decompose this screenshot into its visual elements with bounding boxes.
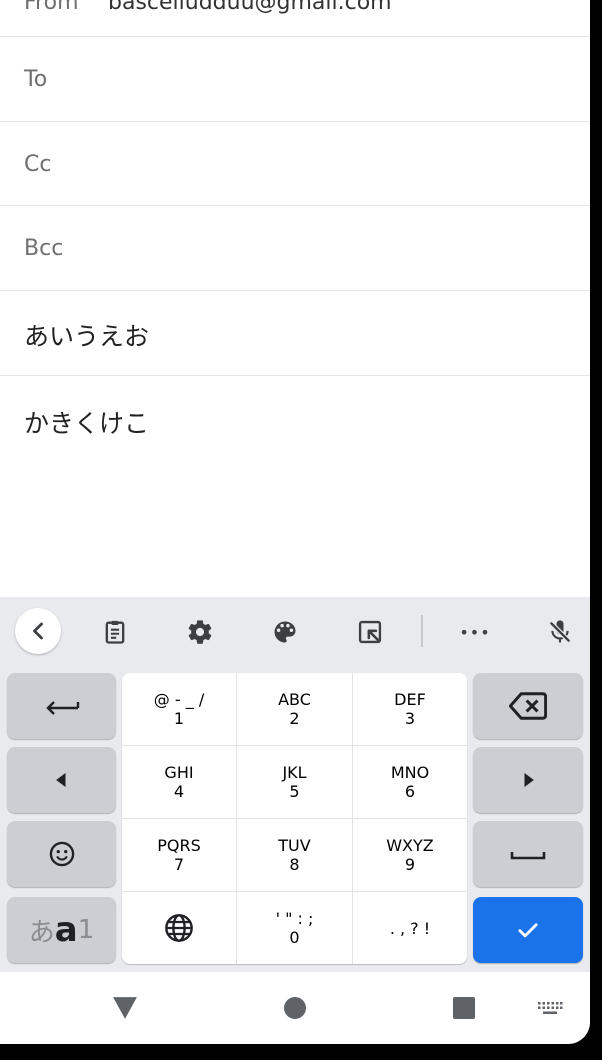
emoji-key[interactable] bbox=[7, 821, 116, 887]
backspace-key[interactable] bbox=[473, 673, 583, 739]
palette-icon[interactable] bbox=[262, 609, 308, 655]
key-8[interactable]: TUV 8 bbox=[237, 819, 353, 892]
key-punct[interactable]: . , ? ! bbox=[353, 892, 467, 964]
screen: From bascelludduu@gmail.com To Cc Bcc あい… bbox=[0, 0, 590, 1044]
key-6[interactable]: MNO 6 bbox=[353, 746, 467, 819]
from-value: bascelludduu@gmail.com bbox=[108, 0, 392, 15]
key-9[interactable]: WXYZ 9 bbox=[353, 819, 467, 892]
undo-arrow-key[interactable] bbox=[7, 673, 116, 739]
more-icon[interactable]: ••• bbox=[452, 609, 498, 655]
key-2[interactable]: ABC 2 bbox=[237, 673, 353, 746]
key-4[interactable]: GHI 4 bbox=[122, 746, 237, 819]
back-triangle-icon[interactable] bbox=[110, 994, 140, 1022]
key-grid: @ - _ /1 ABC 2 DEF 3 GHI 4 JKL 5 MNO 6 PQRS 7 … bbox=[122, 673, 467, 964]
mode-kana: あ bbox=[28, 917, 55, 948]
mode-alpha: a bbox=[54, 910, 78, 950]
bcc-field[interactable]: Bcc bbox=[0, 206, 590, 291]
cursor-left-key[interactable] bbox=[7, 747, 116, 813]
mode-num: 1 bbox=[77, 915, 95, 945]
bcc-label: Bcc bbox=[24, 236, 64, 261]
keyboard-toolbar: ••• bbox=[0, 597, 590, 665]
clipboard-icon[interactable] bbox=[92, 609, 138, 655]
key-5[interactable]: JKL 5 bbox=[237, 746, 353, 819]
key-7[interactable]: PQRS 7 bbox=[122, 819, 237, 892]
enter-check-key[interactable] bbox=[473, 897, 583, 963]
from-label: From bbox=[24, 0, 79, 15]
input-mode-key[interactable]: あa1 bbox=[7, 897, 116, 963]
space-key[interactable] bbox=[473, 821, 583, 887]
to-field[interactable]: To bbox=[0, 37, 590, 122]
body-field[interactable]: かきくけこ bbox=[24, 404, 149, 440]
cc-field[interactable]: Cc bbox=[0, 122, 590, 206]
from-field[interactable]: From bascelludduu@gmail.com bbox=[0, 0, 590, 37]
globe-icon[interactable] bbox=[122, 892, 237, 964]
chevron-left-icon[interactable] bbox=[15, 608, 61, 654]
gear-icon[interactable] bbox=[177, 609, 223, 655]
cursor-right-key[interactable] bbox=[473, 747, 583, 813]
recents-square-icon[interactable] bbox=[452, 996, 476, 1020]
key-0[interactable]: ' " : ; 0 bbox=[237, 892, 353, 964]
subject-field[interactable]: あいうえお bbox=[0, 291, 590, 376]
navigation-bar bbox=[0, 972, 590, 1044]
key-1[interactable]: @ - _ /1 bbox=[122, 673, 237, 746]
mic-off-icon[interactable] bbox=[537, 609, 583, 655]
key-3[interactable]: DEF 3 bbox=[353, 673, 467, 746]
keyboard: ••• あa1 @ - _ /1 ABC 2 DEF 3 GHI 4 JKL 5… bbox=[0, 597, 590, 972]
home-circle-icon[interactable] bbox=[282, 995, 308, 1021]
to-label: To bbox=[24, 67, 48, 92]
cc-label: Cc bbox=[24, 152, 52, 177]
subject-text: あいうえお bbox=[24, 322, 150, 351]
resize-icon[interactable] bbox=[347, 609, 393, 655]
keyboard-switch-icon[interactable] bbox=[537, 998, 563, 1018]
toolbar-divider bbox=[421, 615, 423, 647]
